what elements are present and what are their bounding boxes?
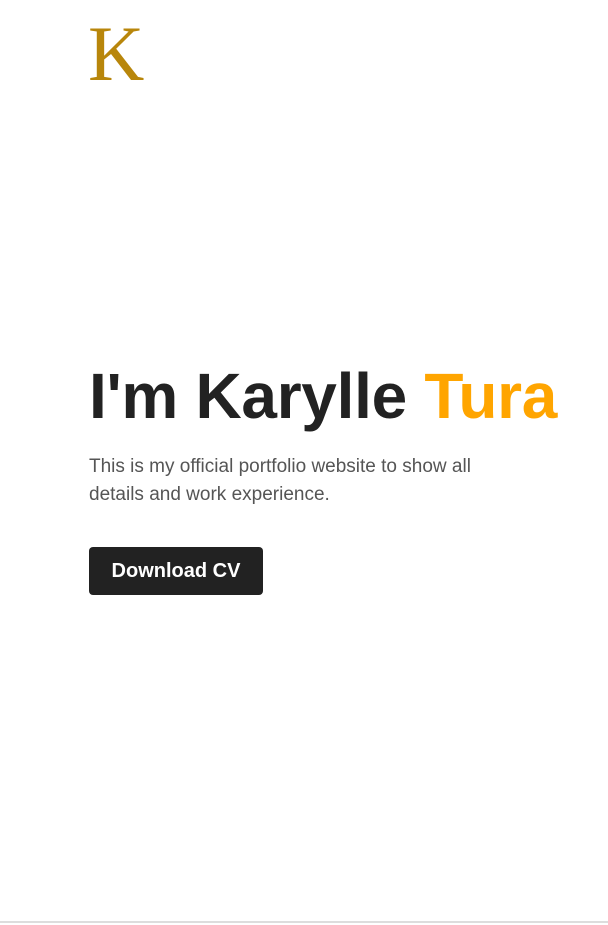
page-divider (0, 921, 608, 923)
k-monogram-logo: K (88, 22, 144, 86)
hero-title-accent: Tura (424, 360, 558, 432)
k-logo-icon[interactable]: K (88, 22, 154, 86)
logo-letter: K (88, 22, 144, 86)
download-cv-button[interactable]: Download CV (89, 547, 263, 595)
hero-title: I'm Karylle Tura (89, 359, 589, 433)
hero-description: This is my official portfolio website to… (89, 456, 471, 505)
hero-title-name: I'm Karylle (89, 360, 425, 432)
hero-section: I'm Karylle Tura This is my official por… (89, 359, 589, 509)
